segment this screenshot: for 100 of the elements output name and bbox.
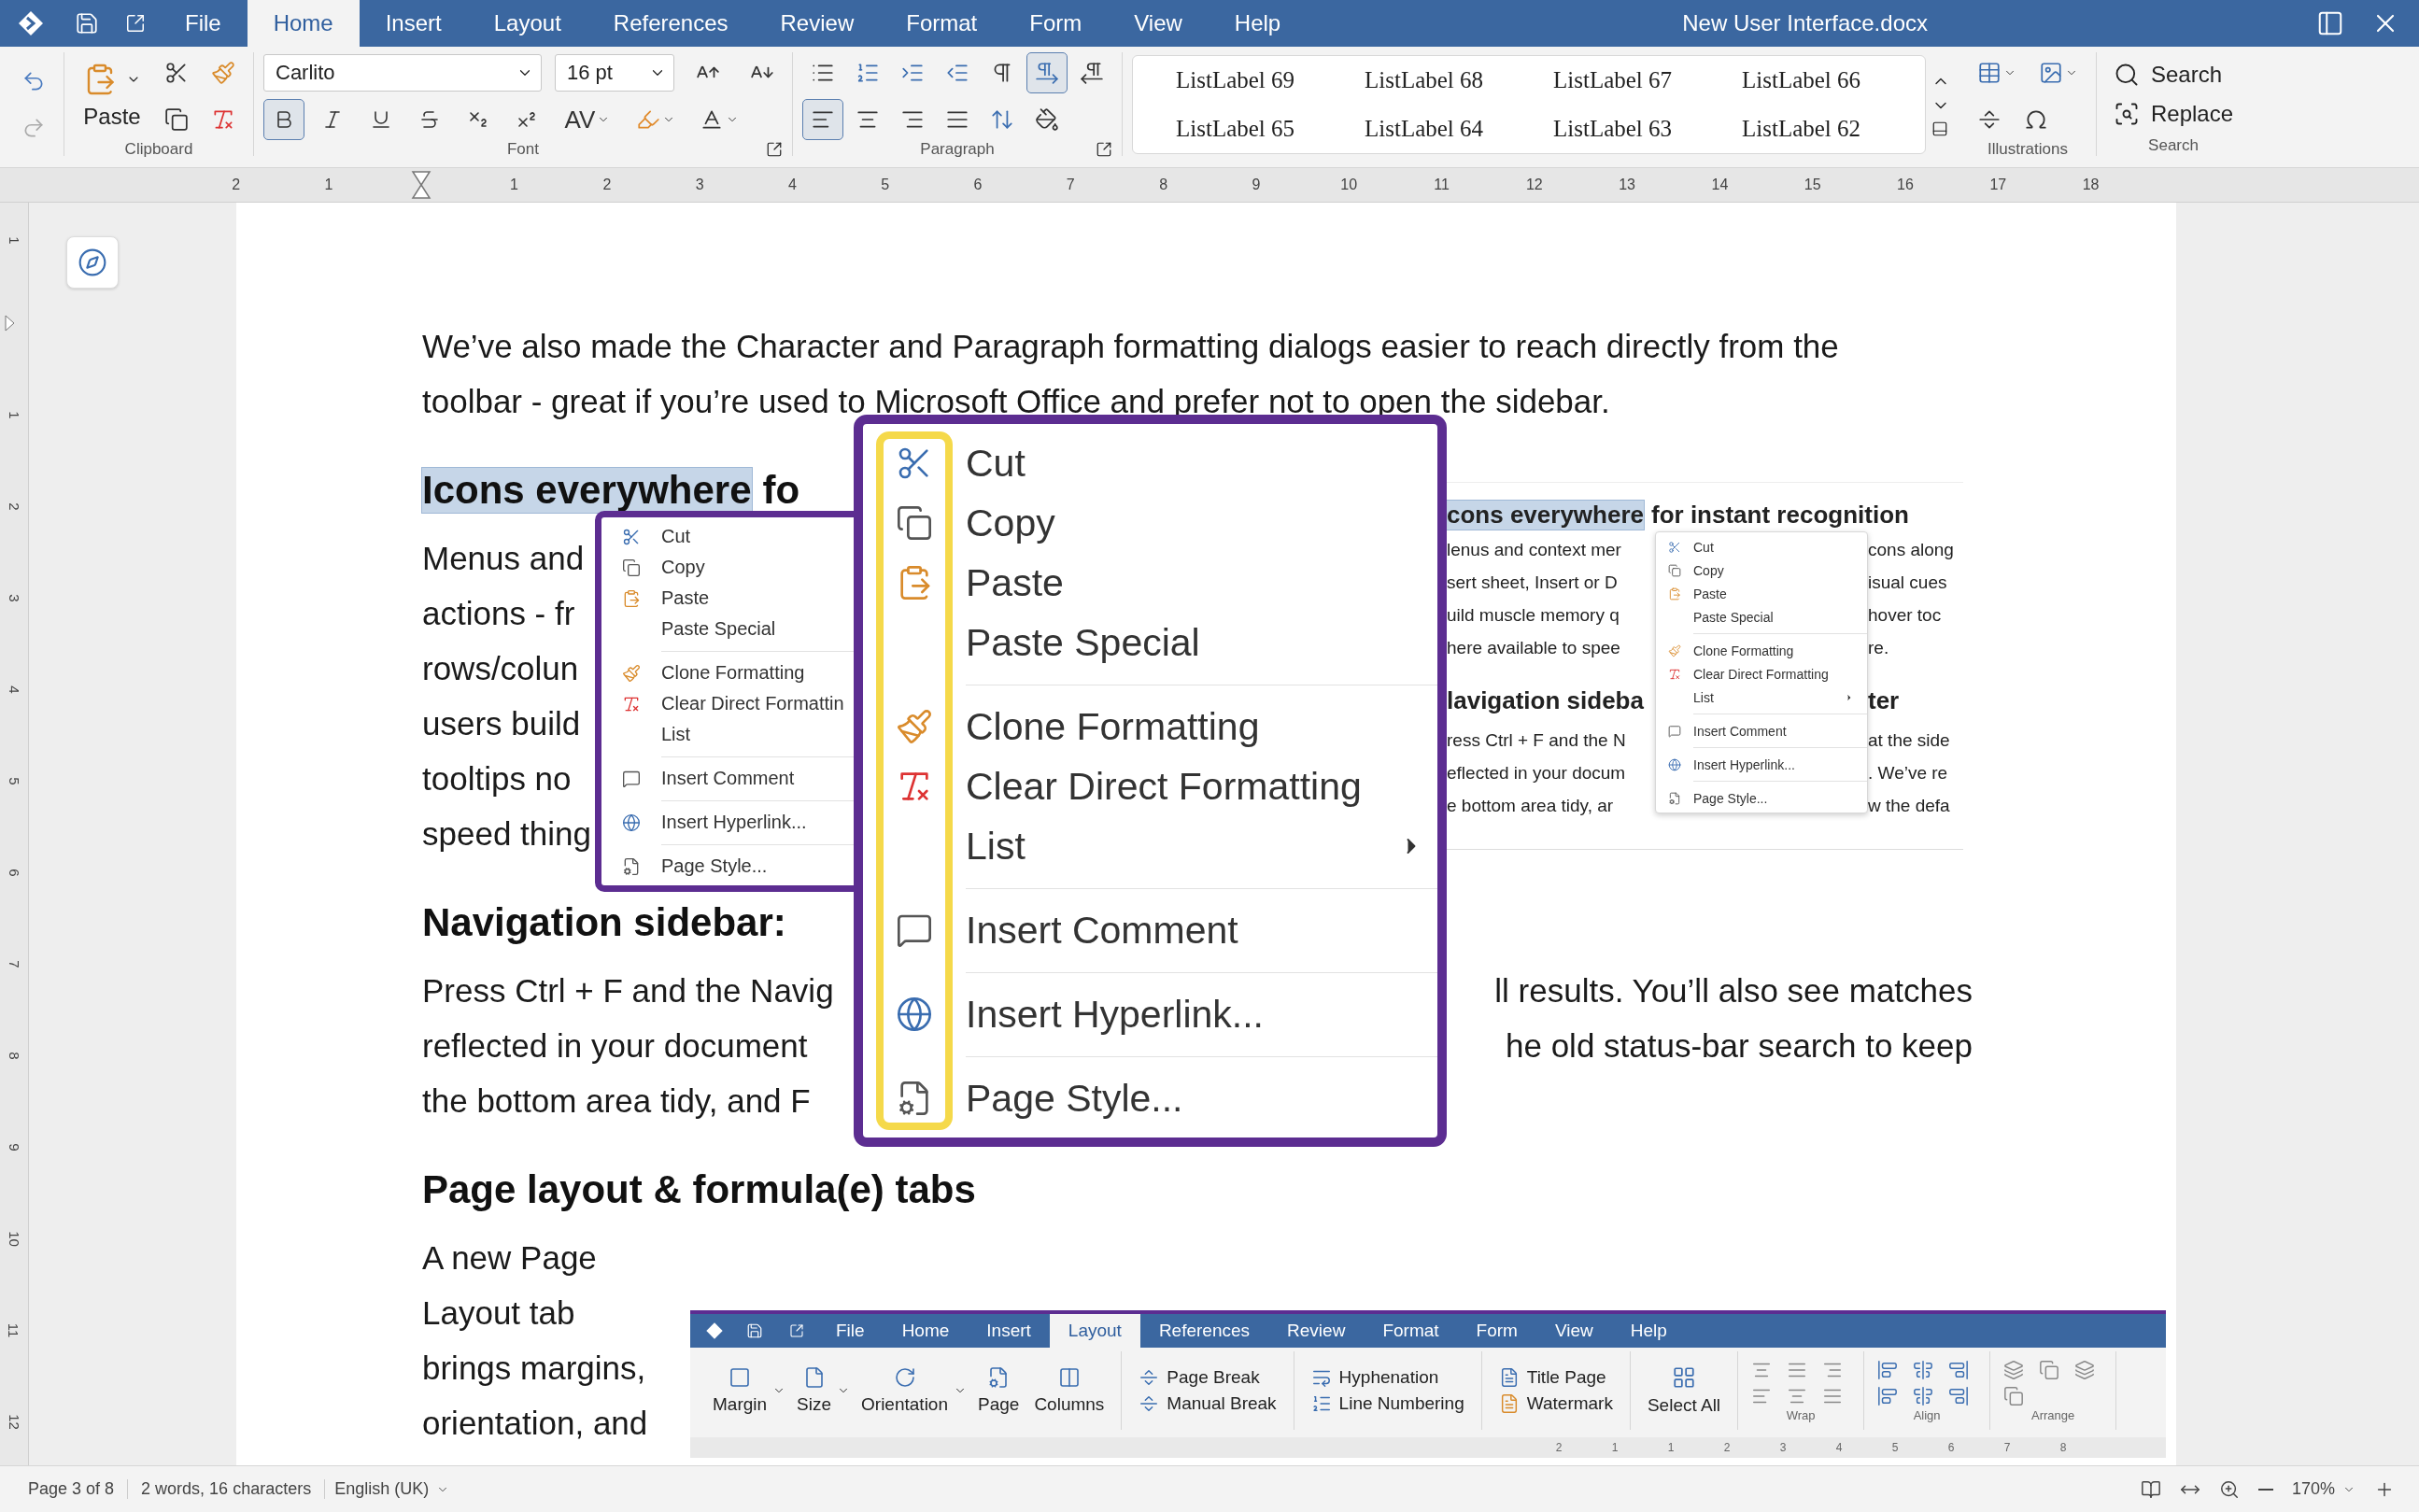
dialog-launcher-icon[interactable] bbox=[1096, 141, 1112, 158]
menu-tab[interactable]: Review bbox=[754, 0, 881, 47]
align-icon[interactable] bbox=[1877, 1385, 1899, 1406]
menu-tab[interactable]: View bbox=[1535, 1314, 1612, 1348]
ruler-number: 1 bbox=[510, 177, 518, 193]
align-icon[interactable] bbox=[1948, 1359, 1970, 1380]
align-icon[interactable] bbox=[1948, 1385, 1970, 1406]
search-button[interactable]: Search bbox=[2106, 57, 2242, 92]
indent-marker-icon[interactable] bbox=[411, 171, 432, 199]
arrange-icon[interactable] bbox=[2003, 1385, 2025, 1406]
menu-item[interactable]: Clear Direct Formatting bbox=[863, 756, 1437, 816]
menu-tab[interactable]: Home bbox=[883, 1314, 969, 1348]
menu-item[interactable]: Clear Direct Formatting bbox=[1656, 662, 1867, 685]
menu-item[interactable]: Insert Hyperlink... bbox=[601, 807, 859, 838]
ruler-number: 4 bbox=[6, 685, 22, 694]
menu-item[interactable]: Cut bbox=[1656, 535, 1867, 558]
style-item[interactable]: ListLabel 65 bbox=[1170, 111, 1359, 146]
paste-button[interactable]: Paste bbox=[74, 59, 150, 134]
style-item[interactable]: ListLabel 66 bbox=[1736, 63, 1925, 97]
align-icon[interactable] bbox=[1877, 1359, 1899, 1380]
menu-tab[interactable]: Layout bbox=[1049, 1314, 1140, 1348]
replace-button[interactable]: Replace bbox=[2106, 96, 2242, 131]
style-item[interactable]: ListLabel 68 bbox=[1359, 63, 1548, 97]
menu-item[interactable]: List bbox=[601, 719, 859, 750]
font-size-field[interactable]: 16 pt bbox=[555, 54, 674, 92]
menu-item[interactable]: Paste Special bbox=[601, 614, 859, 644]
ribbon-button[interactable]: Columns bbox=[1030, 1364, 1109, 1417]
ribbon-button[interactable]: Page bbox=[974, 1364, 1024, 1417]
clipboard-icon bbox=[1668, 586, 1681, 601]
menu-item[interactable]: List bbox=[1656, 685, 1867, 709]
font-name-field[interactable]: Carlito bbox=[263, 54, 542, 92]
menu-item[interactable]: Page Style... bbox=[1656, 786, 1867, 810]
menu-item[interactable]: Clone Formatting bbox=[601, 657, 859, 688]
menu-tab[interactable]: Review bbox=[1268, 1314, 1365, 1348]
menu-tab[interactable]: View bbox=[1108, 0, 1209, 47]
menu-tab[interactable]: Home bbox=[247, 0, 360, 47]
menu-item[interactable]: Insert Comment bbox=[601, 763, 859, 794]
menu-item[interactable]: Insert Comment bbox=[1656, 719, 1867, 742]
style-item[interactable]: ListLabel 69 bbox=[1170, 63, 1359, 97]
menu-tab[interactable]: References bbox=[1139, 1314, 1269, 1348]
ribbon-button[interactable]: Manual Break bbox=[1135, 1392, 1280, 1416]
ribbon-button[interactable]: Title Page bbox=[1494, 1365, 1610, 1390]
menu-item[interactable]: Insert Hyperlink... bbox=[863, 984, 1437, 1044]
body-text: actions - fr bbox=[422, 594, 575, 632]
menu-tab[interactable]: Insert bbox=[968, 1314, 1050, 1348]
language-selector[interactable]: English (UK) bbox=[325, 1479, 460, 1499]
menu-tab[interactable]: Format bbox=[1364, 1314, 1458, 1348]
menu-item[interactable]: Clear Direct Formattin bbox=[601, 688, 859, 719]
align-icon[interactable] bbox=[1913, 1359, 1934, 1380]
menu-item[interactable]: Paste Special bbox=[863, 613, 1437, 672]
arrange-icon[interactable] bbox=[2074, 1359, 2096, 1380]
menu-item[interactable]: Paste bbox=[1656, 582, 1867, 605]
menu-item[interactable]: Insert Comment bbox=[863, 900, 1437, 960]
menu-item[interactable]: Clone Formatting bbox=[863, 697, 1437, 756]
format-toggle-button[interactable] bbox=[263, 99, 304, 140]
arrange-icon[interactable] bbox=[2039, 1359, 2060, 1380]
menu-tab[interactable]: Insert bbox=[359, 0, 468, 47]
navigator-button[interactable] bbox=[66, 236, 119, 289]
menu-item[interactable]: Copy bbox=[1656, 558, 1867, 582]
menu-item[interactable]: Paste bbox=[601, 583, 859, 614]
menu-item[interactable]: Cut bbox=[863, 433, 1437, 493]
ribbon-button[interactable]: Watermark bbox=[1494, 1392, 1617, 1416]
menu-item[interactable]: List bbox=[863, 816, 1437, 876]
ribbon-button[interactable]: Margin bbox=[709, 1364, 771, 1417]
menu-tab[interactable]: Form bbox=[1003, 0, 1109, 47]
menu-tab[interactable]: References bbox=[587, 0, 755, 47]
ribbon-button[interactable]: Hyphenation bbox=[1307, 1365, 1443, 1390]
style-item[interactable]: ListLabel 62 bbox=[1736, 111, 1925, 146]
menu-tab[interactable]: File bbox=[159, 0, 248, 47]
zoom-level-selector[interactable]: 170% bbox=[2282, 1479, 2365, 1499]
menu-item[interactable]: Copy bbox=[601, 552, 859, 583]
menu-tab[interactable]: Format bbox=[880, 0, 1004, 47]
menu-item[interactable]: Insert Hyperlink... bbox=[1656, 753, 1867, 776]
dialog-launcher-icon[interactable] bbox=[766, 141, 783, 158]
arrange-icon[interactable] bbox=[2003, 1359, 2025, 1380]
style-item[interactable]: ListLabel 67 bbox=[1548, 63, 1736, 97]
menu-item[interactable]: Paste bbox=[863, 553, 1437, 613]
character-spacing-button[interactable]: AV bbox=[555, 99, 620, 140]
ribbon-button[interactable]: Line Numbering bbox=[1307, 1392, 1468, 1416]
menu-item[interactable]: Paste Special bbox=[1656, 605, 1867, 629]
menu-tab[interactable]: Layout bbox=[467, 0, 587, 47]
align-icon[interactable] bbox=[1913, 1385, 1934, 1406]
menu-tab[interactable]: Help bbox=[1208, 0, 1308, 47]
style-item[interactable]: ListLabel 64 bbox=[1359, 111, 1548, 146]
ribbon-button[interactable]: Page Break bbox=[1135, 1365, 1264, 1390]
paragraph-button[interactable] bbox=[802, 99, 843, 140]
menu-item[interactable]: Clone Formatting bbox=[1656, 639, 1867, 662]
menu-tab[interactable]: File bbox=[817, 1314, 884, 1348]
ruler-number: 6 bbox=[6, 868, 22, 877]
ribbon-button[interactable]: Select All bbox=[1643, 1364, 1725, 1418]
ribbon-button[interactable]: Size bbox=[793, 1364, 836, 1417]
group-label: Search bbox=[2148, 136, 2199, 155]
menu-item[interactable]: Copy bbox=[863, 493, 1437, 553]
style-item[interactable]: ListLabel 63 bbox=[1548, 111, 1736, 146]
expand-gallery-icon[interactable] bbox=[1931, 120, 1948, 137]
menu-item[interactable]: Page Style... bbox=[601, 851, 859, 882]
ribbon-button[interactable]: Orientation bbox=[857, 1364, 952, 1417]
menu-tab[interactable]: Help bbox=[1611, 1314, 1686, 1348]
menu-item[interactable]: Page Style... bbox=[863, 1068, 1437, 1128]
menu-tab[interactable]: Form bbox=[1457, 1314, 1536, 1348]
